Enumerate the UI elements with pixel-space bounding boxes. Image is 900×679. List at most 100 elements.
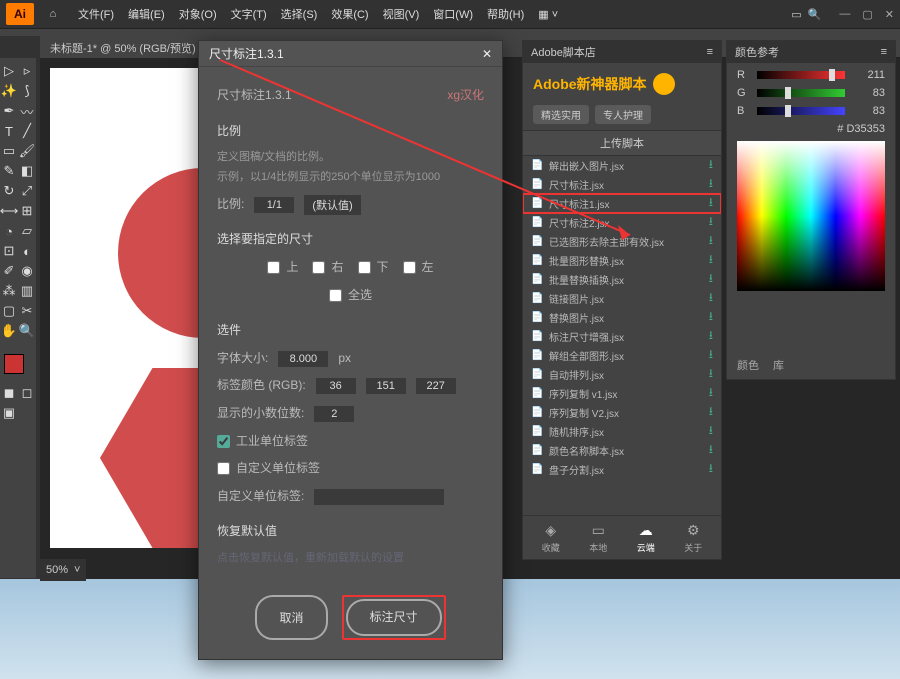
- perspective-tool[interactable]: ▱: [18, 222, 36, 240]
- shape-builder-tool[interactable]: ◔: [0, 222, 18, 240]
- script-item[interactable]: 📄已选图形去除主部有效.jsx⭳: [523, 232, 721, 251]
- eyedropper-tool[interactable]: ✐: [0, 262, 18, 280]
- menu-select[interactable]: 选择(S): [275, 2, 324, 26]
- download-icon[interactable]: ⭳: [709, 345, 713, 366]
- menu-type[interactable]: 文字(T): [225, 2, 273, 26]
- menu-edit[interactable]: 编辑(E): [122, 2, 171, 26]
- layout-icon[interactable]: ▭: [791, 8, 801, 21]
- script-item[interactable]: 📄解组全部图形.jsx⭳: [523, 346, 721, 365]
- script-item[interactable]: 📄序列复制 V2.jsx⭳: [523, 403, 721, 422]
- script-item[interactable]: 📄尺寸标注2.jsx⭳: [523, 213, 721, 232]
- rotate-tool[interactable]: ↻: [0, 182, 18, 200]
- script-item[interactable]: 📄替换图片.jsx⭳: [523, 308, 721, 327]
- download-icon[interactable]: ⭳: [709, 250, 713, 271]
- shaper-tool[interactable]: ✎: [0, 162, 18, 180]
- menu-object[interactable]: 对象(O): [173, 2, 223, 26]
- download-icon[interactable]: ⭳: [709, 383, 713, 404]
- pen-tool[interactable]: ✒: [0, 102, 18, 120]
- download-icon[interactable]: ⭳: [709, 193, 713, 214]
- script-item[interactable]: 📄批量替换插换.jsx⭳: [523, 270, 721, 289]
- window-close[interactable]: ✕: [885, 8, 894, 21]
- home-icon[interactable]: ⌂: [42, 3, 64, 25]
- scripts-panel-tab[interactable]: Adobe脚本店: [531, 44, 596, 60]
- font-size-input[interactable]: [278, 351, 328, 367]
- download-icon[interactable]: ⭳: [709, 307, 713, 328]
- script-item[interactable]: 📄解出嵌入图片.jsx⭳: [523, 156, 721, 175]
- b-slider[interactable]: [757, 107, 845, 115]
- download-icon[interactable]: ⭳: [709, 440, 713, 461]
- panel-menu-icon[interactable]: ≡: [707, 46, 713, 58]
- lasso-tool[interactable]: ⟆: [18, 82, 36, 100]
- color-tab-1[interactable]: 颜色: [737, 357, 759, 373]
- panel-btn-about[interactable]: ⚙关于: [684, 522, 702, 554]
- hand-tool[interactable]: ✋: [0, 322, 18, 340]
- script-item[interactable]: 📄批量图形替换.jsx⭳: [523, 251, 721, 270]
- line-tool[interactable]: ╱: [18, 122, 36, 140]
- fill-mode-icon[interactable]: ◼: [0, 384, 18, 402]
- custom-unit-input[interactable]: [314, 489, 444, 505]
- r-slider[interactable]: [757, 71, 845, 79]
- direct-selection-tool[interactable]: ▹: [18, 62, 36, 80]
- scale-tool[interactable]: ⤢: [18, 182, 36, 200]
- script-item[interactable]: 📄尺寸标注1.jsx⭳: [523, 194, 721, 213]
- rgb-g-input[interactable]: [366, 378, 406, 394]
- script-item[interactable]: 📄随机排序.jsx⭳: [523, 422, 721, 441]
- download-icon[interactable]: ⭳: [709, 326, 713, 347]
- magic-wand-tool[interactable]: ✨: [0, 82, 18, 100]
- download-icon[interactable]: ⭳: [709, 421, 713, 442]
- scripts-upload-header[interactable]: 上传脚本: [523, 130, 721, 156]
- ok-button[interactable]: 标注尺寸: [346, 599, 442, 637]
- free-transform-tool[interactable]: ⊞: [18, 202, 36, 220]
- gradient-tool[interactable]: ◐: [18, 242, 36, 260]
- chk-bottom[interactable]: 下: [358, 257, 389, 279]
- decimal-input[interactable]: [314, 406, 354, 422]
- draw-mode-icon[interactable]: ◻: [18, 384, 36, 402]
- script-item[interactable]: 📄颜色名称脚本.jsx⭳: [523, 441, 721, 460]
- scripts-pill-1[interactable]: 精选实用: [533, 105, 589, 124]
- color-panel-tab[interactable]: 颜色参考: [735, 44, 779, 60]
- download-icon[interactable]: ⭳: [709, 269, 713, 290]
- curvature-tool[interactable]: 〰: [18, 102, 36, 120]
- window-maximize[interactable]: ▢: [862, 8, 872, 21]
- rgb-r-input[interactable]: [316, 378, 356, 394]
- chk-industrial[interactable]: 工业单位标签: [217, 431, 308, 453]
- download-icon[interactable]: ⭳: [709, 288, 713, 309]
- color-tab-2[interactable]: 库: [773, 357, 784, 373]
- script-item[interactable]: 📄序列复制 v1.jsx⭳: [523, 384, 721, 403]
- download-icon[interactable]: ⭳: [709, 174, 713, 195]
- script-item[interactable]: 📄尺寸标注.jsx⭳: [523, 175, 721, 194]
- search-icon[interactable]: 🔍: [808, 8, 822, 21]
- chk-top[interactable]: 上: [267, 257, 298, 279]
- menu-window[interactable]: 窗口(W): [427, 2, 479, 26]
- download-icon[interactable]: ⭳: [709, 231, 713, 252]
- script-item[interactable]: 📄链接图片.jsx⭳: [523, 289, 721, 308]
- menu-help[interactable]: 帮助(H): [481, 2, 530, 26]
- width-tool[interactable]: ⟷: [0, 202, 18, 220]
- menu-effect[interactable]: 效果(C): [325, 2, 374, 26]
- eraser-tool[interactable]: ◧: [18, 162, 36, 180]
- zoom-dropdown-icon[interactable]: ˅: [74, 564, 80, 576]
- menu-extra-icon[interactable]: ▦ ˅: [532, 4, 564, 25]
- chk-right[interactable]: 右: [312, 257, 343, 279]
- panel-btn-fav[interactable]: ◈收藏: [542, 522, 560, 554]
- scripts-list[interactable]: 📄解出嵌入图片.jsx⭳📄尺寸标注.jsx⭳📄尺寸标注1.jsx⭳📄尺寸标注2.…: [523, 156, 721, 515]
- script-item[interactable]: 📄盘子分割.jsx⭳: [523, 460, 721, 479]
- g-slider[interactable]: [757, 89, 845, 97]
- color-spectrum[interactable]: [737, 141, 885, 291]
- slice-tool[interactable]: ✂: [18, 302, 36, 320]
- cancel-button[interactable]: 取消: [255, 595, 327, 641]
- menu-view[interactable]: 视图(V): [377, 2, 426, 26]
- blend-tool[interactable]: ◉: [18, 262, 36, 280]
- download-icon[interactable]: ⭳: [709, 459, 713, 480]
- chk-custom[interactable]: 自定义单位标签: [217, 458, 320, 480]
- download-icon[interactable]: ⭳: [709, 402, 713, 423]
- panel-btn-local[interactable]: ▭本地: [589, 522, 607, 554]
- rgb-b-input[interactable]: [416, 378, 456, 394]
- type-tool[interactable]: T: [0, 122, 18, 140]
- mesh-tool[interactable]: ⊡: [0, 242, 18, 260]
- script-item[interactable]: 📄自动排列.jsx⭳: [523, 365, 721, 384]
- panel-menu-icon[interactable]: ≡: [881, 46, 887, 58]
- download-icon[interactable]: ⭳: [709, 364, 713, 385]
- menu-file[interactable]: 文件(F): [72, 2, 120, 26]
- paintbrush-tool[interactable]: 🖌: [18, 142, 36, 160]
